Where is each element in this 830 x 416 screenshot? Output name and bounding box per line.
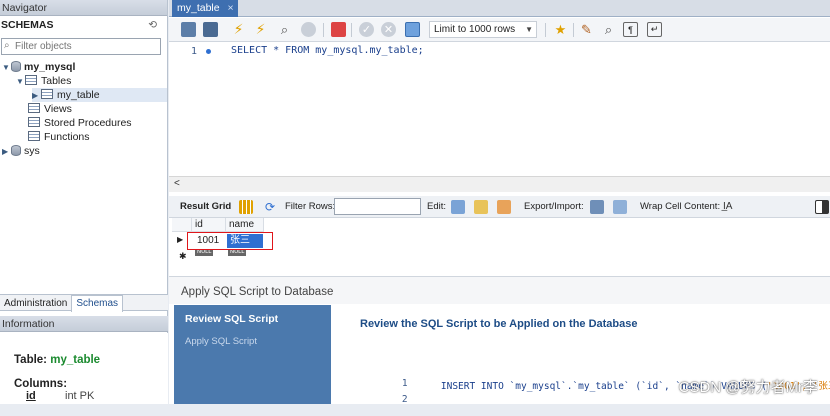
step-review-sql: Review SQL Script [185, 313, 279, 325]
horizontal-scrollbar[interactable]: < [169, 176, 830, 192]
database-icon [11, 61, 21, 72]
highlight-box [187, 232, 273, 250]
expanded-arrow-icon[interactable]: ▼ [16, 75, 25, 89]
tab-administration[interactable]: Administration [0, 296, 71, 312]
info-col-type: int PK [65, 390, 95, 402]
new-row-icon: ✱ [179, 251, 187, 261]
export-import-label: Export/Import: [524, 201, 584, 212]
filter-rows-label: Filter Rows: [285, 201, 336, 212]
schemas-label: SCHEMAS [1, 19, 54, 31]
tree-item-my-table[interactable]: ▶ my_table [32, 88, 167, 102]
column-header-id[interactable]: id [192, 218, 226, 232]
table-icon [41, 89, 53, 99]
invisible-chars-icon[interactable]: ¶ [623, 22, 638, 37]
tree-item-stored-procedures[interactable]: Stored Procedures [28, 116, 132, 130]
limit-rows-select[interactable]: Limit to 1000 rows ▼ [429, 21, 537, 38]
database-icon [11, 145, 21, 156]
scroll-left-icon[interactable]: < [174, 178, 180, 189]
null-badge[interactable]: NULL [228, 249, 247, 256]
sql-toolbar: ⚡ ⚡ ⌕ ✓ ✕ Limit to 1000 rows ▼ ★ ✎ ⌕ ¶ ↵ [169, 18, 830, 42]
explain-magnifier-icon[interactable]: ⌕ [277, 22, 292, 37]
open-file-icon[interactable] [181, 22, 196, 37]
information-title: Information [0, 316, 168, 332]
wrap-cell-icon[interactable]: I̲A [723, 200, 737, 214]
tree-item-my-mysql[interactable]: ▼ my_mysql [2, 60, 75, 74]
step-apply-sql: Apply SQL Script [185, 336, 257, 347]
delete-row-icon[interactable] [497, 200, 511, 214]
save-icon[interactable] [203, 22, 218, 37]
find-icon[interactable]: ⌕ [601, 22, 616, 37]
wrap-cell-label: Wrap Cell Content: [640, 201, 721, 212]
column-header-name[interactable]: name [226, 218, 264, 232]
apply-title: Review the SQL Script to be Applied on t… [360, 318, 638, 330]
export-icon[interactable] [590, 200, 604, 214]
info-col-name: id [26, 390, 36, 402]
panel-toggle-icon[interactable] [815, 200, 829, 214]
sql-editor[interactable]: 1 SELECT * FROM my_mysql.my_table; [169, 43, 830, 175]
insert-row-icon[interactable] [474, 200, 488, 214]
sql-code[interactable]: SELECT * FROM my_mysql.my_table; [231, 45, 424, 56]
schemas-header: SCHEMAS ⟲ [0, 16, 167, 34]
commit-icon[interactable]: ✓ [359, 22, 374, 37]
execute-current-icon[interactable]: ⚡ [253, 21, 268, 37]
apply-dialog-header: Apply SQL Script to Database [169, 276, 830, 304]
edit-row-icon[interactable] [451, 200, 465, 214]
procedures-icon [28, 117, 40, 127]
filter-rows-input[interactable] [334, 198, 421, 215]
row-pointer-icon: ▶ [177, 235, 184, 244]
tree-item-sys[interactable]: ▶ sys [2, 144, 40, 158]
close-icon[interactable]: × [227, 0, 233, 17]
collapsed-arrow-icon[interactable]: ▶ [2, 145, 11, 159]
tree-item-tables[interactable]: ▼ Tables [16, 74, 71, 88]
tab-my-table[interactable]: my_table × [172, 0, 238, 17]
toolbar-separator [573, 23, 574, 37]
toolbar-separator [545, 23, 546, 37]
navigator-title: Navigator [0, 0, 167, 16]
tables-folder-icon [25, 75, 37, 85]
stop-icon[interactable] [301, 22, 316, 37]
toolbar-separator [351, 23, 352, 37]
tree-item-functions[interactable]: Functions [28, 130, 90, 144]
autocommit-icon[interactable] [405, 22, 420, 37]
line-number: 1 [191, 46, 198, 57]
bookmark-star-icon[interactable]: ★ [553, 22, 568, 37]
result-toolbar: Result Grid ⟳ Filter Rows: Edit: Export/… [169, 196, 830, 218]
functions-icon [28, 131, 40, 141]
expanded-arrow-icon[interactable]: ▼ [2, 61, 11, 75]
views-icon [28, 103, 40, 113]
grid-icon[interactable] [239, 200, 253, 214]
navigator-tabs: Administration Schemas [0, 294, 168, 312]
script-line-2: 2 [401, 394, 408, 405]
toggle-error-icon[interactable] [331, 22, 346, 37]
edit-label: Edit: [427, 201, 447, 212]
toolbar-separator [323, 23, 324, 37]
info-table-line: Table: my_table [14, 354, 101, 366]
tab-schemas[interactable]: Schemas [71, 295, 124, 312]
beautify-brush-icon[interactable]: ✎ [579, 22, 594, 37]
refresh-icon[interactable]: ⟲ [148, 16, 157, 34]
null-badge[interactable]: NULL [195, 249, 214, 256]
refresh-icon[interactable]: ⟳ [265, 200, 279, 214]
main-area: my_table × ⚡ ⚡ ⌕ ✓ ✕ Limit to 1000 rows ▼… [169, 0, 830, 405]
wrap-lines-icon[interactable]: ↵ [647, 22, 662, 37]
grid-corner [172, 218, 192, 232]
statement-marker-icon [206, 49, 211, 54]
info-table-name: my_table [50, 354, 101, 366]
chevron-down-icon: ▼ [525, 25, 533, 34]
watermark: CSDN @努力者Mr李 [678, 379, 818, 396]
navigator-panel: Navigator SCHEMAS ⟲ ⌕ ▼my_mysql ▼Tables … [0, 0, 168, 404]
editor-tabs: my_table × [169, 0, 830, 17]
info-columns-label: Columns: [14, 378, 68, 390]
information-panel: Table: my_table Columns: id int PK [0, 333, 168, 404]
collapsed-arrow-icon[interactable]: ▶ [32, 89, 41, 103]
apply-steps-sidebar: Review SQL Script Apply SQL Script [174, 305, 331, 404]
execute-lightning-icon[interactable]: ⚡ [231, 21, 246, 37]
tree-item-views[interactable]: Views [28, 102, 72, 116]
filter-objects-input-wrap[interactable]: ⌕ [1, 38, 161, 55]
filter-objects-input[interactable] [15, 40, 157, 53]
search-icon: ⌕ [4, 40, 10, 51]
rollback-icon[interactable]: ✕ [381, 22, 396, 37]
import-icon[interactable] [613, 200, 627, 214]
result-grid-tab[interactable]: Result Grid [180, 196, 231, 218]
